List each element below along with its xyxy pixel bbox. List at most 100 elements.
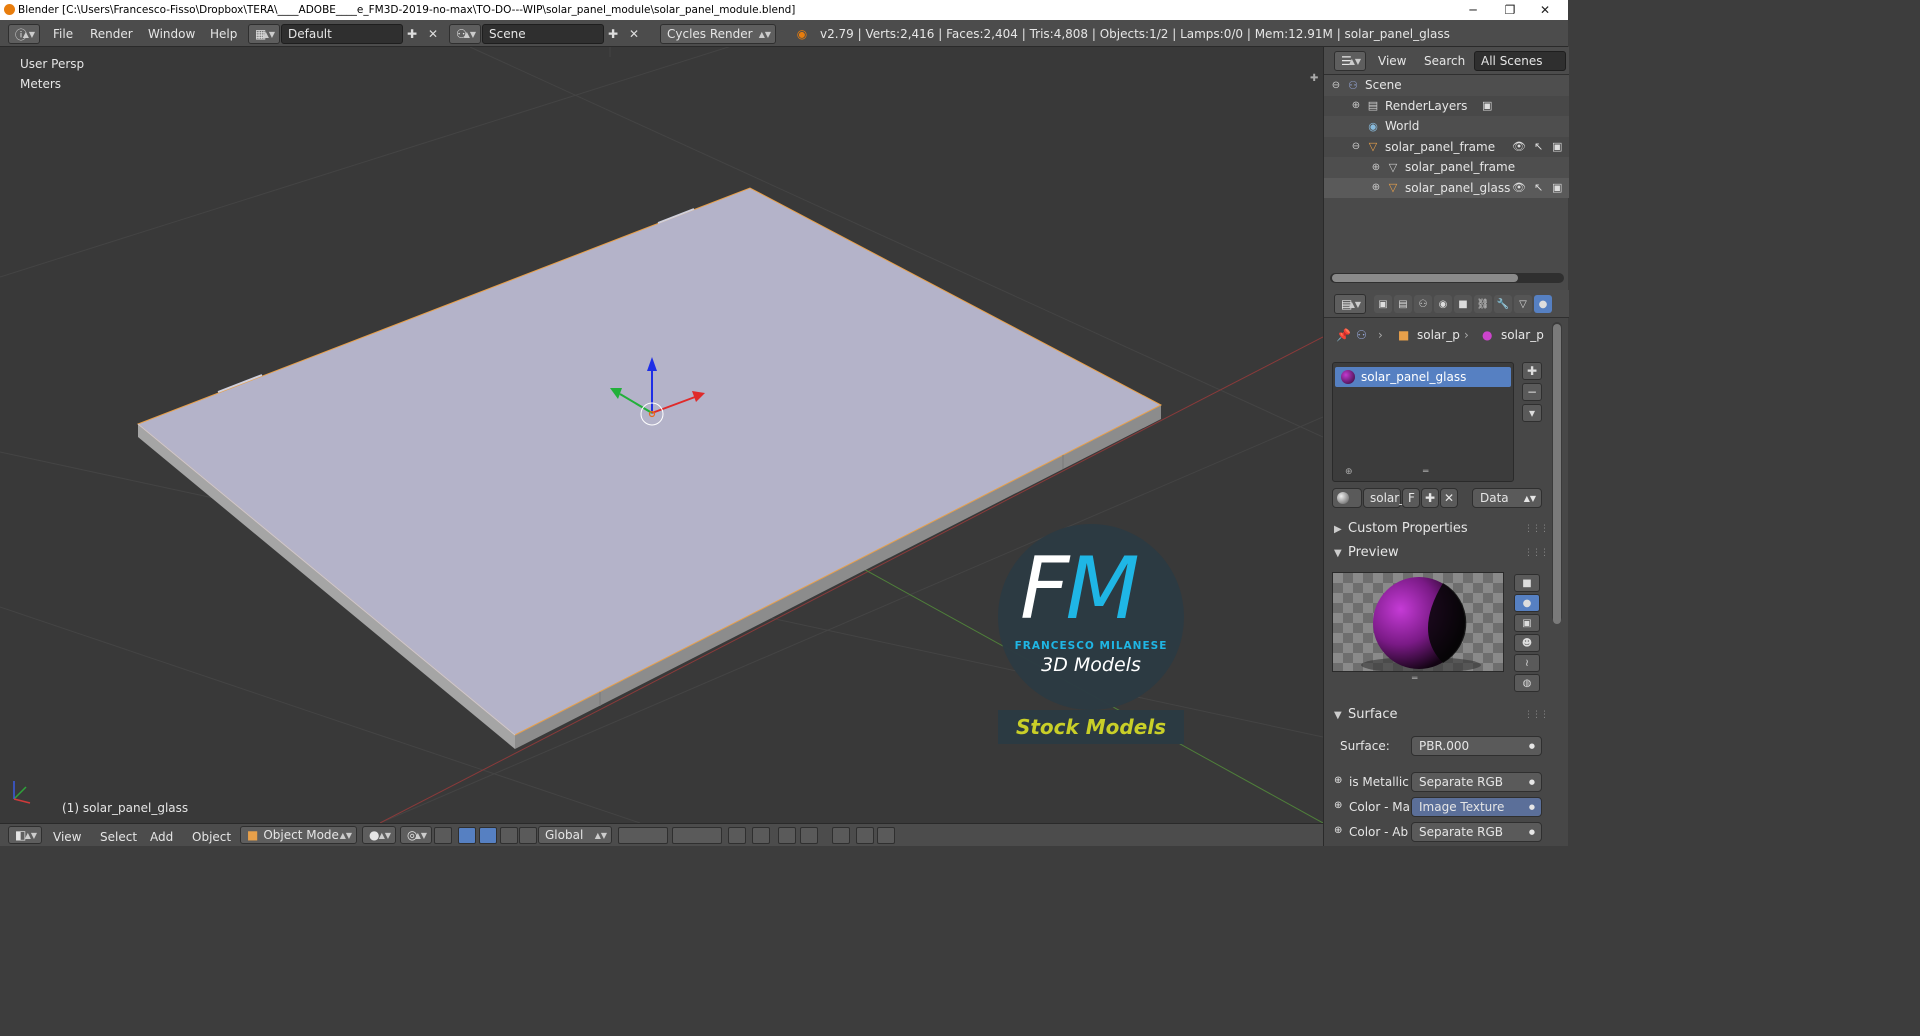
editor-type-button[interactable]: ⓘ ▲▼ (8, 24, 40, 44)
visibility-eye-icon[interactable]: 👁 (1512, 181, 1526, 194)
material-link-dropdown[interactable]: Data ▲▼ (1472, 488, 1542, 508)
expand-icon[interactable]: ⊕ (1370, 162, 1382, 173)
3d-viewport[interactable]: ✚ User Persp Meters (1) solar_panel_glas… (0, 47, 1323, 823)
outliner-row-renderlayers[interactable]: ⊕ ▤ RenderLayers ▣ (1324, 95, 1569, 116)
preview-resize-grip-icon[interactable]: ═ (1412, 674, 1417, 684)
socket-link-icon[interactable]: ⊕ (1334, 800, 1342, 811)
menu-select[interactable]: Select (100, 830, 137, 844)
add-layout-icon[interactable]: ✚ (403, 25, 421, 43)
fake-user-button[interactable]: F (1402, 488, 1420, 508)
surface-panel-header[interactable]: ▼ Surface (1334, 707, 1398, 722)
preview-cube-button[interactable]: ▣ (1514, 614, 1540, 632)
menu-file[interactable]: File (53, 27, 73, 41)
screen-layout-type-button[interactable]: ▦ ▲▼ (248, 24, 280, 44)
selectable-cursor-icon[interactable]: ↖ (1534, 140, 1543, 153)
remove-scene-icon[interactable]: ✕ (625, 25, 643, 43)
input-field-color-ma[interactable]: Image Texture ● (1411, 797, 1542, 817)
manipulator-toggle-icon[interactable] (434, 827, 452, 844)
outliner-menu-search[interactable]: Search (1424, 54, 1465, 68)
socket-link-icon[interactable]: ⊕ (1334, 775, 1342, 786)
material-slot-item[interactable]: solar_panel_glass (1335, 367, 1511, 387)
expand-icon[interactable]: ⊕ (1370, 182, 1382, 193)
tool-shelf-toggle-icon[interactable]: ✚ (1310, 73, 1318, 84)
expand-icon[interactable]: ⊕ (1350, 100, 1362, 111)
add-scene-icon[interactable]: ✚ (604, 25, 622, 43)
panel-drag-grip-icon[interactable]: ⋮⋮⋮ (1524, 524, 1549, 534)
opengl-render-icon[interactable] (832, 827, 850, 844)
viewport-shading-dropdown[interactable]: ● ▲▼ (362, 826, 396, 844)
pin-icon[interactable]: 📌 (1336, 328, 1351, 342)
scene-field[interactable]: Scene (482, 24, 604, 44)
layers-group-2[interactable] (672, 827, 722, 844)
remove-layout-icon[interactable]: ✕ (424, 25, 442, 43)
render-layer-toggle-icon[interactable]: ▣ (1482, 99, 1492, 112)
selectable-cursor-icon[interactable]: ↖ (1534, 181, 1543, 194)
properties-editor-type-button[interactable]: ▤ ▲▼ (1334, 294, 1366, 314)
surface-shader-field[interactable]: PBR.000 ● (1411, 736, 1542, 756)
material-slot-list[interactable]: solar_panel_glass ⊕ ═ (1332, 362, 1514, 482)
menu-view[interactable]: View (53, 830, 81, 844)
scene-type-button[interactable]: ⚇ ▲▼ (449, 24, 481, 44)
render-tab-icon[interactable]: ▣ (1374, 295, 1392, 313)
socket-link-icon[interactable]: ⊕ (1334, 825, 1342, 836)
preview-world-button[interactable]: ◍ (1514, 674, 1540, 692)
collapse-icon[interactable]: ⊖ (1350, 141, 1362, 152)
preview-flat-button[interactable]: ■ (1514, 574, 1540, 592)
properties-vertical-scrollbar[interactable] (1552, 322, 1562, 624)
collapse-icon[interactable]: ⊖ (1330, 80, 1342, 91)
visibility-eye-icon[interactable]: 👁 (1512, 140, 1526, 153)
renderable-camera-icon[interactable]: ▣ (1552, 181, 1562, 194)
scale-toggle-icon[interactable] (519, 827, 537, 844)
render-clip-icon[interactable] (877, 827, 895, 844)
pivot-point-dropdown[interactable]: ◎ ▲▼ (400, 826, 432, 844)
panel-drag-grip-icon[interactable]: ⋮⋮⋮ (1524, 548, 1549, 558)
custom-properties-panel-header[interactable]: ▶ Custom Properties (1334, 521, 1468, 536)
object-tab-icon[interactable]: ■ (1454, 295, 1472, 313)
interaction-mode-dropdown[interactable]: ■ Object Mode ▲▼ (240, 826, 357, 844)
outliner-editor-type-button[interactable]: ☰ ▲▼ (1334, 51, 1366, 71)
new-material-button[interactable]: ✚ (1421, 488, 1439, 508)
outliner-row-world[interactable]: ◉ World (1324, 116, 1569, 137)
preview-sphere-button[interactable]: ● (1514, 594, 1540, 612)
viewport-editor-type-button[interactable]: ◧ ▲▼ (8, 826, 42, 844)
preview-panel-header[interactable]: ▼ Preview (1334, 545, 1399, 560)
outliner-row-solar-panel-glass[interactable]: ⊕ ▽ solar_panel_glass 👁 ↖ ▣ (1324, 177, 1569, 198)
outliner-horizontal-scrollbar[interactable] (1330, 273, 1564, 283)
scrollbar-thumb[interactable] (1332, 274, 1518, 282)
scrollbar-thumb[interactable] (1553, 324, 1561, 624)
constraints-tab-icon[interactable]: ⛓ (1474, 295, 1492, 313)
scale-manipulator-icon[interactable] (500, 827, 518, 844)
preview-monkey-button[interactable]: ☻ (1514, 634, 1540, 652)
remove-material-slot-button[interactable]: − (1522, 383, 1542, 401)
browse-material-button[interactable] (1332, 488, 1362, 508)
list-filter-icon[interactable]: ⊕ (1345, 467, 1353, 477)
snap-toggle-icon[interactable] (778, 827, 796, 844)
material-slot-menu-button[interactable]: ▾ (1522, 404, 1542, 422)
render-animation-icon[interactable] (856, 827, 874, 844)
menu-help[interactable]: Help (210, 27, 237, 41)
render-layers-tab-icon[interactable]: ▤ (1394, 295, 1412, 313)
add-material-slot-button[interactable]: ✚ (1522, 362, 1542, 380)
outliner-menu-view[interactable]: View (1378, 54, 1406, 68)
world-tab-icon[interactable]: ◉ (1434, 295, 1452, 313)
outliner-row-solar-panel-frame[interactable]: ⊖ ▽ solar_panel_frame 👁 ↖ ▣ (1324, 136, 1569, 157)
rotate-manipulator-icon[interactable] (479, 827, 497, 844)
proportional-edit-icon[interactable] (752, 827, 770, 844)
menu-object[interactable]: Object (192, 830, 231, 844)
preview-hair-button[interactable]: ≀ (1514, 654, 1540, 672)
outliner-display-mode-dropdown[interactable]: All Scenes (1474, 51, 1566, 71)
input-field-metallic[interactable]: Separate RGB ● (1411, 772, 1542, 792)
outliner-row-solar-panel-frame-mesh[interactable]: ⊕ ▽ solar_panel_frame (1324, 157, 1569, 178)
list-resize-grip-icon[interactable]: ═ (1423, 467, 1428, 477)
modifiers-tab-icon[interactable]: 🔧 (1494, 295, 1512, 313)
menu-window[interactable]: Window (148, 27, 195, 41)
menu-add[interactable]: Add (150, 830, 173, 844)
unlink-material-button[interactable]: ✕ (1440, 488, 1458, 508)
screen-layout-field[interactable]: Default (281, 24, 403, 44)
transform-orientation-dropdown[interactable]: Global ▲▼ (538, 826, 612, 844)
renderable-camera-icon[interactable]: ▣ (1552, 140, 1562, 153)
translate-manipulator-icon[interactable] (458, 827, 476, 844)
scene-tab-icon[interactable]: ⚇ (1414, 295, 1432, 313)
input-field-color-ab[interactable]: Separate RGB ● (1411, 822, 1542, 842)
material-tab-icon[interactable]: ● (1534, 295, 1552, 313)
